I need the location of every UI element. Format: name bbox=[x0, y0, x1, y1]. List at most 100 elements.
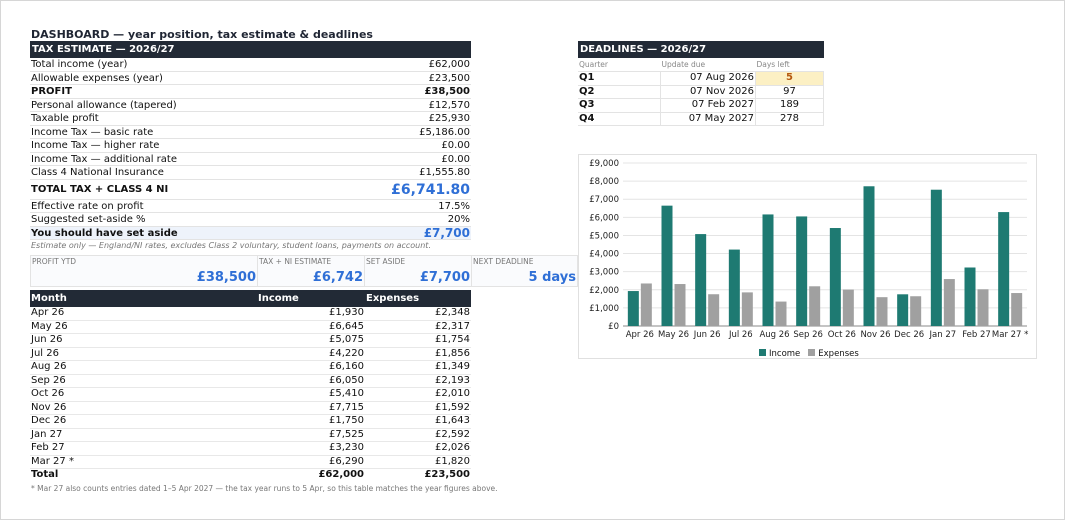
expenses-cell[interactable]: £2,026 bbox=[365, 441, 471, 456]
month-cell[interactable]: Aug 26 bbox=[30, 360, 257, 375]
expenses-cell[interactable]: £1,349 bbox=[365, 360, 471, 375]
deadline-row[interactable]: Q3 07 Feb 2027 189 bbox=[578, 98, 824, 113]
income-cell[interactable]: £5,410 bbox=[257, 387, 365, 402]
tax-row[interactable]: PROFIT £38,500 bbox=[30, 85, 471, 99]
table-row[interactable]: Apr 26 £1,930 £2,348 bbox=[30, 307, 471, 321]
deadline-row[interactable]: Q4 07 May 2027 278 bbox=[578, 112, 824, 126]
kpi-profit-ytd[interactable]: PROFIT YTD £38,500 bbox=[30, 255, 257, 287]
month-cell[interactable]: Oct 26 bbox=[30, 387, 257, 402]
due-date-cell[interactable]: 07 Nov 2026 bbox=[660, 85, 756, 99]
effective-rate-row[interactable]: Effective rate on profit 17.5% bbox=[30, 200, 471, 213]
kpi-next-deadline[interactable]: NEXT DEADLINE 5 days bbox=[471, 255, 578, 287]
income-cell[interactable]: £3,230 bbox=[257, 441, 365, 456]
bar-income bbox=[762, 214, 774, 326]
expenses-cell[interactable]: £2,010 bbox=[365, 387, 471, 402]
table-row[interactable]: Feb 27 £3,230 £2,026 bbox=[30, 441, 471, 456]
total-tax-row[interactable]: TOTAL TAX + CLASS 4 NI £6,741.80 bbox=[30, 180, 471, 200]
income-cell[interactable]: £6,050 bbox=[257, 374, 365, 388]
col-update-due: Update due bbox=[660, 58, 756, 72]
month-cell[interactable]: Mar 27 * bbox=[30, 455, 257, 469]
days-left-cell[interactable]: 5 bbox=[755, 71, 824, 86]
kpi-strip: PROFIT YTD £38,500 TAX + NI ESTIMATE £6,74… bbox=[30, 255, 578, 287]
income-cell[interactable]: £4,220 bbox=[257, 347, 365, 361]
row-label: Total income (year) bbox=[31, 59, 128, 70]
month-cell[interactable]: Jan 27 bbox=[30, 428, 257, 442]
row-value: £25,930 bbox=[428, 113, 470, 124]
expenses-cell[interactable]: £2,348 bbox=[365, 307, 471, 321]
tax-row[interactable]: Allowable expenses (year) £23,500 bbox=[30, 72, 471, 85]
days-left-cell[interactable]: 278 bbox=[755, 112, 824, 126]
tax-row[interactable]: Total income (year) £62,000 bbox=[30, 58, 471, 72]
expenses-cell[interactable]: £1,754 bbox=[365, 333, 471, 348]
col-expenses[interactable]: Expenses bbox=[365, 290, 471, 307]
expenses-cell[interactable]: £2,592 bbox=[365, 428, 471, 442]
month-cell[interactable]: Jun 26 bbox=[30, 333, 257, 348]
table-row[interactable]: May 26 £6,645 £2,317 bbox=[30, 320, 471, 334]
table-row[interactable]: Mar 27 * £6,290 £1,820 bbox=[30, 455, 471, 469]
legend-swatch bbox=[759, 349, 766, 356]
month-cell[interactable]: Jul 26 bbox=[30, 347, 257, 361]
bar-income bbox=[627, 291, 639, 326]
income-cell[interactable]: £6,645 bbox=[257, 320, 365, 334]
table-row[interactable]: Jul 26 £4,220 £1,856 bbox=[30, 347, 471, 361]
row-label: Income Tax — basic rate bbox=[31, 126, 154, 138]
due-date-cell[interactable]: 07 Aug 2026 bbox=[660, 71, 756, 86]
suggested-setaside-row[interactable]: Suggested set-aside % 20% bbox=[30, 213, 471, 227]
income-cell[interactable]: £1,930 bbox=[257, 307, 365, 321]
x-tick-label: Nov 26 bbox=[860, 330, 890, 340]
month-cell[interactable]: Nov 26 bbox=[30, 401, 257, 415]
quarter-cell[interactable]: Q2 bbox=[578, 85, 661, 99]
kpi-value: 5 days bbox=[528, 270, 576, 285]
table-row[interactable]: Oct 26 £5,410 £2,010 bbox=[30, 387, 471, 402]
deadline-row[interactable]: Q2 07 Nov 2026 97 bbox=[578, 85, 824, 99]
deadline-row[interactable]: Q1 07 Aug 2026 5 bbox=[578, 71, 824, 86]
table-row[interactable]: Sep 26 £6,050 £2,193 bbox=[30, 374, 471, 388]
month-cell[interactable]: Sep 26 bbox=[30, 374, 257, 388]
total-row[interactable]: Total £62,000 £23,500 bbox=[30, 468, 471, 482]
row-value: £62,000 bbox=[428, 59, 470, 70]
income-cell[interactable]: £1,750 bbox=[257, 414, 365, 429]
quarter-cell[interactable]: Q4 bbox=[578, 112, 661, 126]
days-left-cell[interactable]: 97 bbox=[755, 85, 824, 99]
table-row[interactable]: Aug 26 £6,160 £1,349 bbox=[30, 360, 471, 375]
income-cell[interactable]: £7,715 bbox=[257, 401, 365, 415]
month-cell[interactable]: Feb 27 bbox=[30, 441, 257, 456]
legend-item-expenses: Expenses bbox=[808, 349, 859, 359]
table-row[interactable]: Nov 26 £7,715 £1,592 bbox=[30, 401, 471, 415]
expenses-cell[interactable]: £2,193 bbox=[365, 374, 471, 388]
table-row[interactable]: Dec 26 £1,750 £1,643 bbox=[30, 414, 471, 429]
col-month[interactable]: Month bbox=[30, 290, 257, 307]
income-cell[interactable]: £6,290 bbox=[257, 455, 365, 469]
expenses-cell[interactable]: £1,643 bbox=[365, 414, 471, 429]
quarter-cell[interactable]: Q3 bbox=[578, 98, 661, 113]
income-cell[interactable]: £6,160 bbox=[257, 360, 365, 375]
tax-row[interactable]: Personal allowance (tapered) £12,570 bbox=[30, 99, 471, 112]
expenses-cell[interactable]: £1,592 bbox=[365, 401, 471, 415]
expenses-cell[interactable]: £2,317 bbox=[365, 320, 471, 334]
month-cell[interactable]: May 26 bbox=[30, 320, 257, 334]
quarter-cell[interactable]: Q1 bbox=[578, 71, 661, 86]
tax-row[interactable]: Taxable profit £25,930 bbox=[30, 112, 471, 126]
kpi-set-aside[interactable]: SET ASIDE £7,700 bbox=[364, 255, 471, 287]
row-label: Taxable profit bbox=[31, 113, 99, 124]
kpi-tax-estimate[interactable]: TAX + NI ESTIMATE £6,742 bbox=[257, 255, 364, 287]
income-cell[interactable]: £5,075 bbox=[257, 333, 365, 348]
month-cell[interactable]: Dec 26 bbox=[30, 414, 257, 429]
col-income[interactable]: Income bbox=[257, 290, 365, 307]
expenses-cell[interactable]: £1,856 bbox=[365, 347, 471, 361]
due-date-cell[interactable]: 07 Feb 2027 bbox=[660, 98, 756, 113]
table-row[interactable]: Jan 27 £7,525 £2,592 bbox=[30, 428, 471, 442]
days-left-cell[interactable]: 189 bbox=[755, 98, 824, 113]
due-date-cell[interactable]: 07 May 2027 bbox=[660, 112, 756, 126]
tax-row[interactable]: Class 4 National Insurance £1,555.80 bbox=[30, 166, 471, 180]
setaside-row[interactable]: You should have set aside £7,700 bbox=[30, 226, 471, 240]
x-tick-label: Jan 27 bbox=[929, 330, 957, 340]
income-cell[interactable]: £7,525 bbox=[257, 428, 365, 442]
tax-row[interactable]: Income Tax — additional rate £0.00 bbox=[30, 153, 471, 166]
month-cell[interactable]: Apr 26 bbox=[30, 307, 257, 321]
expenses-cell[interactable]: £1,820 bbox=[365, 455, 471, 469]
y-tick-label: £8,000 bbox=[589, 177, 619, 187]
table-row[interactable]: Jun 26 £5,075 £1,754 bbox=[30, 333, 471, 348]
tax-row[interactable]: Income Tax — higher rate £0.00 bbox=[30, 139, 471, 153]
tax-row[interactable]: Income Tax — basic rate £5,186.00 bbox=[30, 126, 471, 139]
